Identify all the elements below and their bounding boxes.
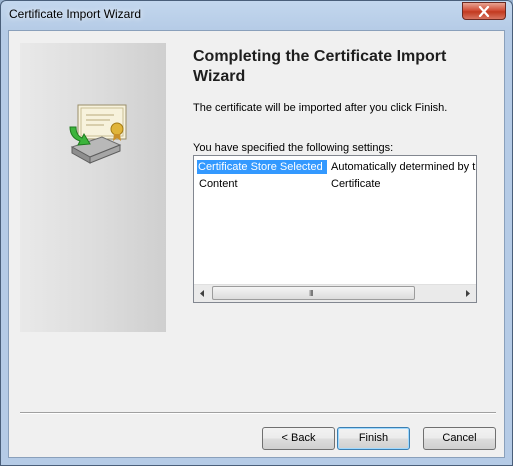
close-button[interactable] [462,2,506,20]
scrollbar-thumb[interactable]: III [212,286,415,300]
list-row[interactable]: Certificate Store Selected Automatically… [194,159,476,175]
grip-icon: III [309,289,314,298]
certificate-import-icon [69,104,127,164]
back-button[interactable]: < Back [262,427,335,450]
page-title: Completing the Certificate Import Wizard [193,48,447,85]
wizard-body: Completing the Certificate Import Wizard… [8,30,505,458]
setting-name[interactable]: Content [199,177,326,191]
wizard-side-panel [20,43,166,332]
scroll-right-button[interactable] [459,285,476,302]
setting-value[interactable]: Certificate [331,177,476,191]
footer-divider [20,412,496,414]
window-title: Certificate Import Wizard [9,7,142,21]
cancel-button[interactable]: Cancel [423,427,496,450]
setting-name[interactable]: Certificate Store Selected [197,160,327,174]
wizard-window: Certificate Import Wizard Completing the… [0,0,513,466]
setting-value[interactable]: Automatically determined by t [331,160,476,174]
title-bar[interactable]: Certificate Import Wizard [1,1,512,31]
horizontal-scrollbar[interactable]: III [194,284,476,302]
scroll-left-button[interactable] [194,285,211,302]
list-row[interactable]: Content Certificate [194,176,476,192]
finish-button[interactable]: Finish [337,427,410,450]
settings-list[interactable]: Certificate Store Selected Automatically… [193,155,477,303]
arrow-right-icon [466,290,470,297]
page-description: The certificate will be imported after y… [193,102,448,114]
arrow-left-icon [200,290,204,297]
settings-label: You have specified the following setting… [193,142,394,154]
close-icon [478,6,490,17]
